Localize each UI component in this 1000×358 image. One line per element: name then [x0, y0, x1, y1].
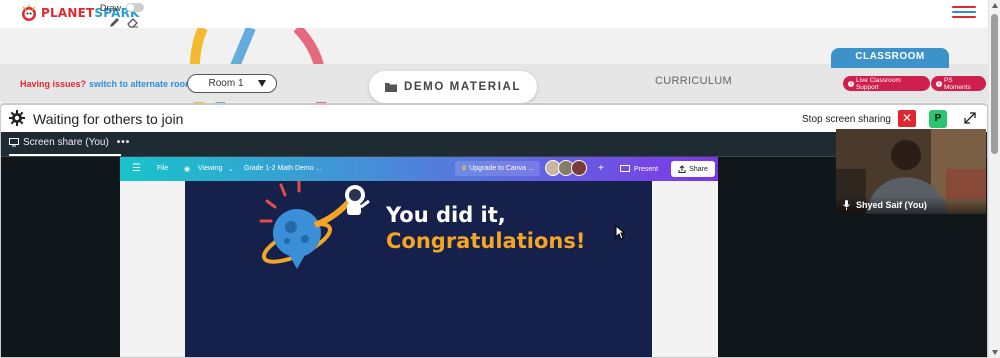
- canva-share-button[interactable]: Share: [671, 161, 715, 177]
- logo-text: PLANETSPARK: [41, 6, 140, 20]
- room-select[interactable]: Room 1: [187, 74, 277, 93]
- menu-icon[interactable]: ☰: [132, 163, 141, 174]
- participant-video-tile[interactable]: Shyed Saif (You): [836, 129, 986, 214]
- close-icon: ✕: [901, 111, 913, 125]
- room-select-value: Room 1: [208, 78, 244, 89]
- canva-upgrade-button[interactable]: ♛ Upgrade to Canva ...: [455, 161, 540, 176]
- live-support-button[interactable]: i Live Classroom Support: [843, 76, 930, 91]
- ps-moments-button[interactable]: i PS Moments: [931, 76, 986, 91]
- canva-viewing-menu[interactable]: Viewing: [198, 165, 222, 172]
- canva-file-menu[interactable]: File: [157, 165, 168, 172]
- scroll-down-arrow-icon[interactable]: [992, 350, 998, 355]
- canva-upgrade-label: Upgrade to Canva ...: [469, 165, 534, 172]
- share-icon: [678, 165, 686, 173]
- caret-down-icon: [257, 80, 266, 87]
- info-icon: i: [848, 80, 854, 87]
- screen-share-tab-label: Screen share (You): [23, 137, 109, 148]
- microphone-icon[interactable]: [843, 200, 850, 210]
- page-scrollbar[interactable]: [988, 0, 1000, 358]
- participant-avatar[interactable]: P: [929, 110, 947, 128]
- mouse-cursor-icon: [615, 225, 625, 240]
- stop-sharing-label: Stop screen sharing: [802, 114, 891, 125]
- canva-present-button[interactable]: Present: [614, 161, 664, 177]
- draw-label: Draw: [100, 3, 122, 13]
- stage-left-gutter: [1, 157, 120, 357]
- pencil-icon[interactable]: [109, 17, 120, 28]
- panel-header: Waiting for others to join Stop screen s…: [1, 105, 987, 132]
- top-header: PLANETSPARK Draw: [0, 0, 988, 28]
- switch-room-link[interactable]: switch to alternate room: [89, 79, 193, 89]
- demo-material-label: DEMO MATERIAL: [403, 81, 522, 93]
- classroom-tab[interactable]: CLASSROOM: [831, 48, 949, 68]
- info-icon: i: [936, 80, 942, 87]
- scrollbar-thumb[interactable]: [991, 14, 998, 154]
- chevron-down-icon: ⌄: [228, 166, 234, 173]
- curriculum-tab[interactable]: CURRICULUM: [655, 75, 732, 87]
- demo-material-button[interactable]: DEMO MATERIAL: [369, 71, 537, 103]
- participant-name-bar: Shyed Saif (You): [836, 196, 986, 214]
- live-support-label: Live Classroom Support: [855, 76, 901, 91]
- scroll-up-arrow-icon[interactable]: [992, 3, 998, 8]
- planetspark-logo-icon: [22, 5, 36, 21]
- eraser-icon[interactable]: [127, 17, 139, 28]
- issues-text: Having issues? switch to alternate room: [20, 79, 194, 89]
- astronaut-planet-illustration: [259, 181, 370, 269]
- draw-toggle[interactable]: [126, 3, 144, 12]
- expand-icon[interactable]: [964, 112, 976, 124]
- canva-toolbar: ☰ File ◉ Viewing ⌄ Grade 1-2 Math Demo .…: [120, 157, 718, 181]
- shared-screen: ☰ File ◉ Viewing ⌄ Grade 1-2 Math Demo .…: [120, 157, 718, 357]
- crown-icon: ♛: [461, 165, 468, 172]
- participant-name: Shyed Saif (You): [856, 200, 927, 210]
- stop-sharing-button[interactable]: ✕: [898, 110, 916, 127]
- screen-share-icon: [9, 138, 19, 147]
- slide-heading-line1: You did it,: [386, 203, 506, 227]
- ps-moments-label: PS Moments: [943, 76, 971, 91]
- slide-heading-line2: Congratulations!: [386, 229, 586, 253]
- view-eye-icon: ◉: [184, 166, 191, 173]
- gear-icon[interactable]: [9, 110, 25, 126]
- more-options-icon[interactable]: •••: [117, 137, 131, 148]
- planetspark-logo[interactable]: PLANETSPARK: [20, 4, 140, 22]
- present-icon: [620, 165, 630, 172]
- add-collaborator-icon[interactable]: +: [598, 163, 604, 174]
- waiting-status: Waiting for others to join: [33, 111, 184, 127]
- canva-doc-title[interactable]: Grade 1-2 Math Demo ...: [244, 165, 321, 172]
- folder-icon: [384, 83, 397, 92]
- hamburger-menu-icon[interactable]: [952, 6, 976, 20]
- canva-present-label: Present: [634, 165, 659, 173]
- avatar: [571, 160, 587, 176]
- canva-share-label: Share: [689, 165, 708, 173]
- screen-share-tab[interactable]: Screen share (You) •••: [9, 137, 130, 148]
- presentation-slide: You did it, Congratulations!: [185, 181, 652, 357]
- collaborator-avatars[interactable]: [545, 160, 587, 176]
